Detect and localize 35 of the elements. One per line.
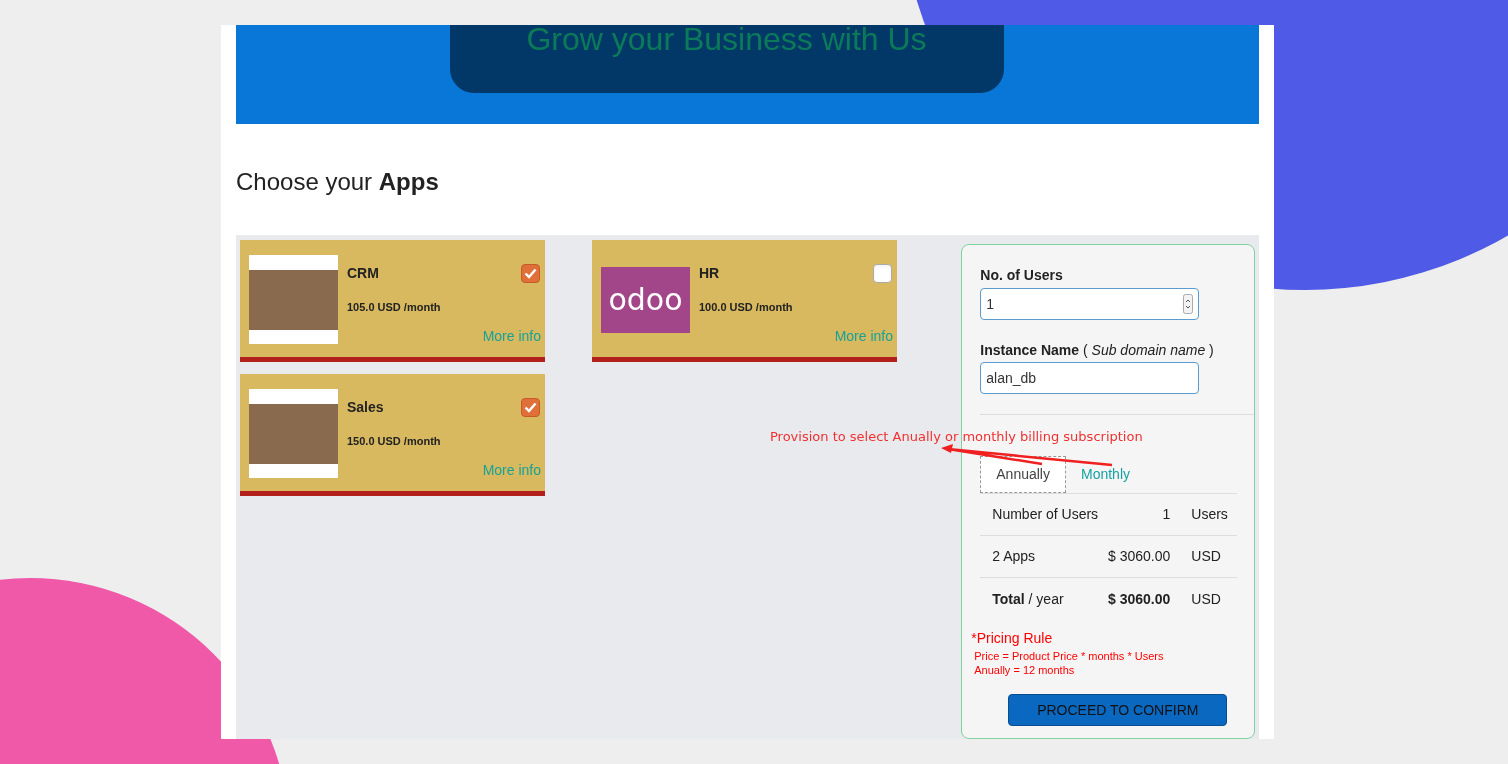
app-price: 100.0 USD /month [699, 300, 793, 315]
annotation-text: Provision to select Anually or monthly billing subscription [770, 428, 1143, 446]
summary-label: Number of Users [991, 505, 1100, 524]
app-price: 105.0 USD /month [347, 300, 441, 315]
pricing-rule-text: Anually = 12 months [974, 663, 1075, 677]
spinner-icon[interactable] [1183, 294, 1194, 314]
app-name: CRM [347, 264, 379, 283]
summary-unit: USD [1191, 589, 1221, 609]
proceed-button[interactable]: PROCEED TO CONFIRM [1008, 694, 1228, 726]
checkbox[interactable] [521, 264, 540, 283]
app-price: 150.0 USD /month [347, 434, 441, 449]
check-icon [524, 268, 537, 279]
checkbox[interactable] [873, 264, 892, 283]
summary-label: 2 Apps [991, 547, 1037, 566]
summary-unit: USD [1191, 547, 1221, 566]
summary-unit: Users [1191, 505, 1228, 524]
app-name: Sales [347, 398, 384, 417]
summary-value: $ 3060.00 [1107, 589, 1171, 609]
app-logo: odoo [601, 266, 690, 333]
app-name: HR [699, 264, 720, 283]
pricing-rule-title: *Pricing Rule [971, 629, 1053, 648]
check-icon [524, 402, 537, 413]
billing-tab[interactable]: Annually [980, 456, 1066, 493]
field-label: Instance Name ( Sub domain name ) [980, 341, 1215, 360]
checkbox[interactable] [521, 398, 540, 417]
summary-value: $ 3060.00 [1107, 547, 1171, 566]
users-input[interactable]: 1 [980, 288, 1200, 320]
pricing-rule-text: Price = Product Price * months * Users [974, 649, 1164, 663]
billing-tab[interactable]: Monthly [1066, 456, 1145, 493]
section-heading: Choose your Apps [236, 167, 439, 197]
summary-label: Total / year [991, 589, 1065, 609]
summary-value: 1 [1161, 505, 1171, 524]
banner-title: Grow your Business with Us [526, 23, 927, 59]
instance-input[interactable]: alan_db [980, 362, 1200, 394]
field-label: No. of Users [980, 266, 1064, 285]
